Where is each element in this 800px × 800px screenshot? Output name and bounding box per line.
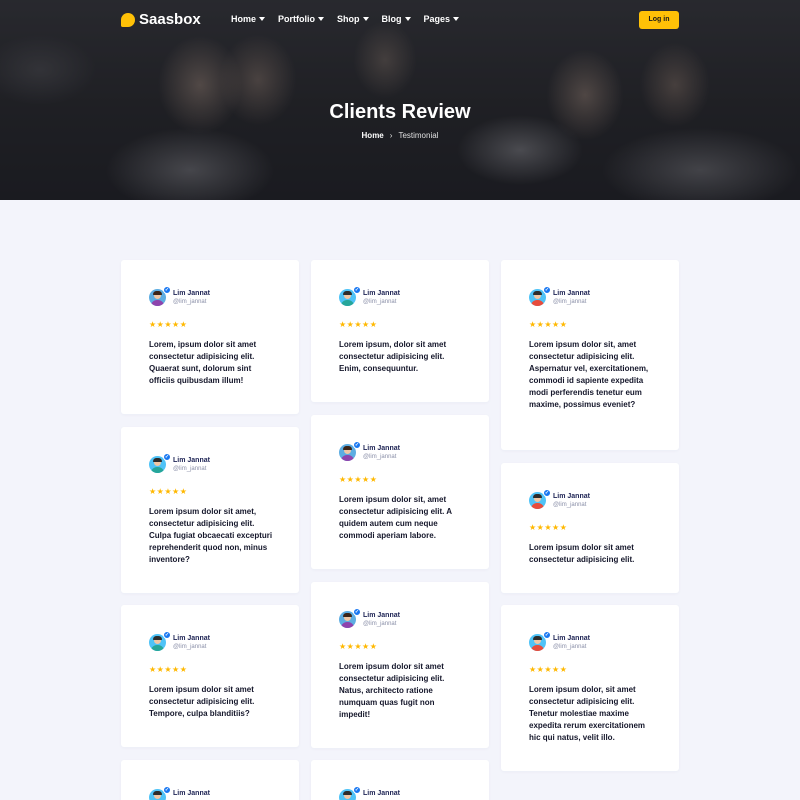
reviewer-handle: @lim_jannat	[173, 644, 207, 650]
verified-badge-icon: ✓	[163, 286, 171, 294]
rating-stars-icon: ★★★★★	[339, 475, 378, 484]
rating-stars-icon: ★★★★★	[529, 523, 568, 532]
review-card: ✓ Lim Jannat @lim_jannat ★★★★★ Lorem ipsum d…	[121, 605, 299, 747]
reviewer-handle: @lim_jannat	[553, 299, 587, 305]
verified-badge-icon: ✓	[353, 286, 361, 294]
reviews-grid: ✓ Lim Jannat @lim_jannat ★★★★★ Lorem, ipsum …	[0, 0, 800, 800]
verified-badge-icon: ✓	[543, 631, 551, 639]
rating-stars-icon: ★★★★★	[529, 665, 568, 674]
rating-stars-icon: ★★★★★	[149, 487, 188, 496]
reviewer-name: Lim Jannat	[173, 635, 210, 642]
verified-badge-icon: ✓	[163, 453, 171, 461]
review-card: ✓ Lim Jannat @lim_jannat ★★★★★ Lorem, ipsum …	[121, 260, 299, 414]
review-text: Lorem ipsum dolor sit amet consectetur a…	[529, 543, 635, 564]
review-card: ✓ Lim Jannat @lim_jannat ★★★★★ Lorem ipsum d…	[311, 582, 489, 748]
reviewer-name: Lim Jannat	[363, 790, 400, 797]
verified-badge-icon: ✓	[353, 441, 361, 449]
reviewer-handle: @lim_jannat	[363, 454, 397, 460]
review-card: ✓ Lim Jannat @lim_jannat ★★★★★ Lorem ipsum d…	[501, 463, 679, 593]
review-text: Lorem ipsum dolor sit amet consectetur a…	[339, 662, 445, 719]
review-card: ✓ Lim Jannat @lim_jannat ★★★★★ Lorem ipsum d…	[501, 605, 679, 771]
review-card: ✓ Lim Jannat @lim_jannat ★★★★★ Lorem ipsum d…	[311, 415, 489, 569]
rating-stars-icon: ★★★★★	[149, 320, 188, 329]
rating-stars-icon: ★★★★★	[529, 320, 568, 329]
reviewer-name: Lim Jannat	[173, 790, 210, 797]
reviewer-name: Lim Jannat	[363, 445, 400, 452]
verified-badge-icon: ✓	[543, 286, 551, 294]
reviewer-handle: @lim_jannat	[363, 299, 397, 305]
rating-stars-icon: ★★★★★	[339, 642, 378, 651]
reviewer-handle: @lim_jannat	[553, 644, 587, 650]
review-text: Lorem ipsum dolor sit amet consectetur a…	[149, 685, 255, 718]
verified-badge-icon: ✓	[163, 786, 171, 794]
rating-stars-icon: ★★★★★	[149, 665, 188, 674]
reviewer-name: Lim Jannat	[173, 457, 210, 464]
reviewer-handle: @lim_jannat	[363, 621, 397, 627]
review-card: ✓ Lim Jannat @lim_jannat ★★★★★ Lorem ipsum d…	[121, 427, 299, 593]
verified-badge-icon: ✓	[353, 786, 361, 794]
reviewer-handle: @lim_jannat	[173, 299, 207, 305]
reviewer-name: Lim Jannat	[363, 290, 400, 297]
verified-badge-icon: ✓	[163, 631, 171, 639]
reviewer-name: Lim Jannat	[173, 290, 210, 297]
reviewer-name: Lim Jannat	[553, 635, 590, 642]
review-text: Lorem ipsum dolor sit, amet consectetur …	[339, 495, 452, 540]
review-card: ✓ Lim Jannat	[121, 760, 299, 800]
review-text: Lorem, ipsum dolor sit amet consectetur …	[149, 340, 257, 385]
rating-stars-icon: ★★★★★	[339, 320, 378, 329]
review-card: ✓ Lim Jannat @lim_jannat ★★★★★ Lorem ipsum d…	[501, 260, 679, 450]
reviewer-handle: @lim_jannat	[173, 466, 207, 472]
review-text: Lorem ipsum dolor, sit amet consectetur …	[529, 685, 646, 742]
reviewer-name: Lim Jannat	[363, 612, 400, 619]
review-card: ✓ Lim Jannat @lim_jannat ★★★★★ Lorem ipsum, …	[311, 260, 489, 402]
reviewer-name: Lim Jannat	[553, 290, 590, 297]
review-text: Lorem ipsum, dolor sit amet consectetur …	[339, 340, 447, 373]
verified-badge-icon: ✓	[353, 608, 361, 616]
verified-badge-icon: ✓	[543, 489, 551, 497]
reviewer-name: Lim Jannat	[553, 493, 590, 500]
reviewer-handle: @lim_jannat	[553, 502, 587, 508]
review-text: Lorem ipsum dolor sit, amet consectetur …	[529, 340, 649, 409]
review-card: ✓ Lim Jannat	[311, 760, 489, 800]
review-text: Lorem ipsum dolor sit amet, consectetur …	[149, 507, 273, 564]
